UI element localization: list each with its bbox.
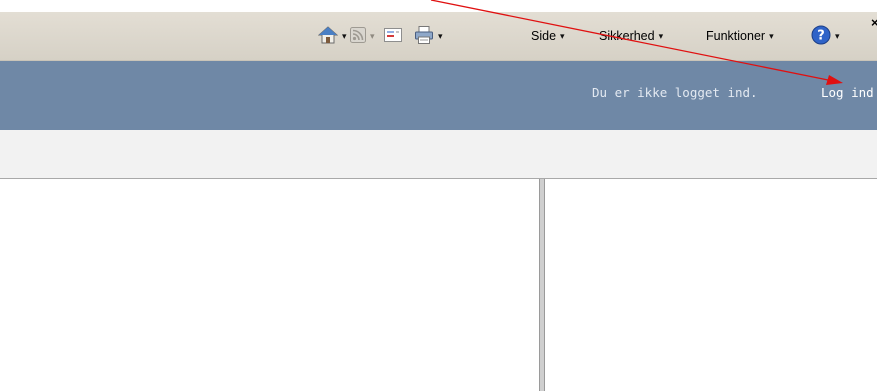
sikkerhed-dropdown-caret: ▾ [658,30,664,41]
print-button[interactable]: ▾ [414,12,443,60]
close-icon[interactable]: × [871,0,877,46]
rss-feed-icon [350,26,366,46]
print-dropdown-caret[interactable]: ▾ [438,31,443,42]
sikkerhed-menu-button[interactable]: Sikkerhed ▾ [599,12,663,60]
side-menu-button[interactable]: Side ▾ [531,12,565,60]
side-dropdown-caret: ▾ [560,30,565,41]
home-button[interactable]: ▾ [317,12,347,60]
feeds-button[interactable]: ▾ [350,12,375,60]
content-column-divider [539,179,545,391]
sikkerhed-menu-label: Sikkerhed [599,29,655,43]
login-link[interactable]: Log ind [821,85,874,100]
help-button[interactable]: ? ▾ [811,12,840,60]
home-icon [317,25,339,48]
login-status-text: Du er ikke logget ind. [592,85,758,100]
mail-button[interactable] [384,12,402,60]
side-menu-label: Side [531,29,557,43]
home-dropdown-caret[interactable]: ▾ [342,31,347,42]
feeds-dropdown-caret[interactable]: ▾ [370,31,375,42]
funktioner-dropdown-caret: ▾ [769,30,774,41]
funktioner-menu-label: Funktioner [706,29,766,43]
site-header: Du er ikke logget ind. Log ind [0,61,877,130]
svg-text:?: ? [817,28,825,43]
read-mail-icon [384,27,402,45]
sub-navigation-bar [0,130,877,179]
help-dropdown-caret: ▾ [835,30,840,41]
print-icon [414,25,434,48]
funktioner-menu-button[interactable]: Funktioner ▾ [706,12,774,60]
ie-command-bar: ▾ ▾ ▾ Side ▾ Sikkerhed ▾ Funktioner ▾ ? … [0,12,877,61]
help-icon: ? [811,25,831,48]
